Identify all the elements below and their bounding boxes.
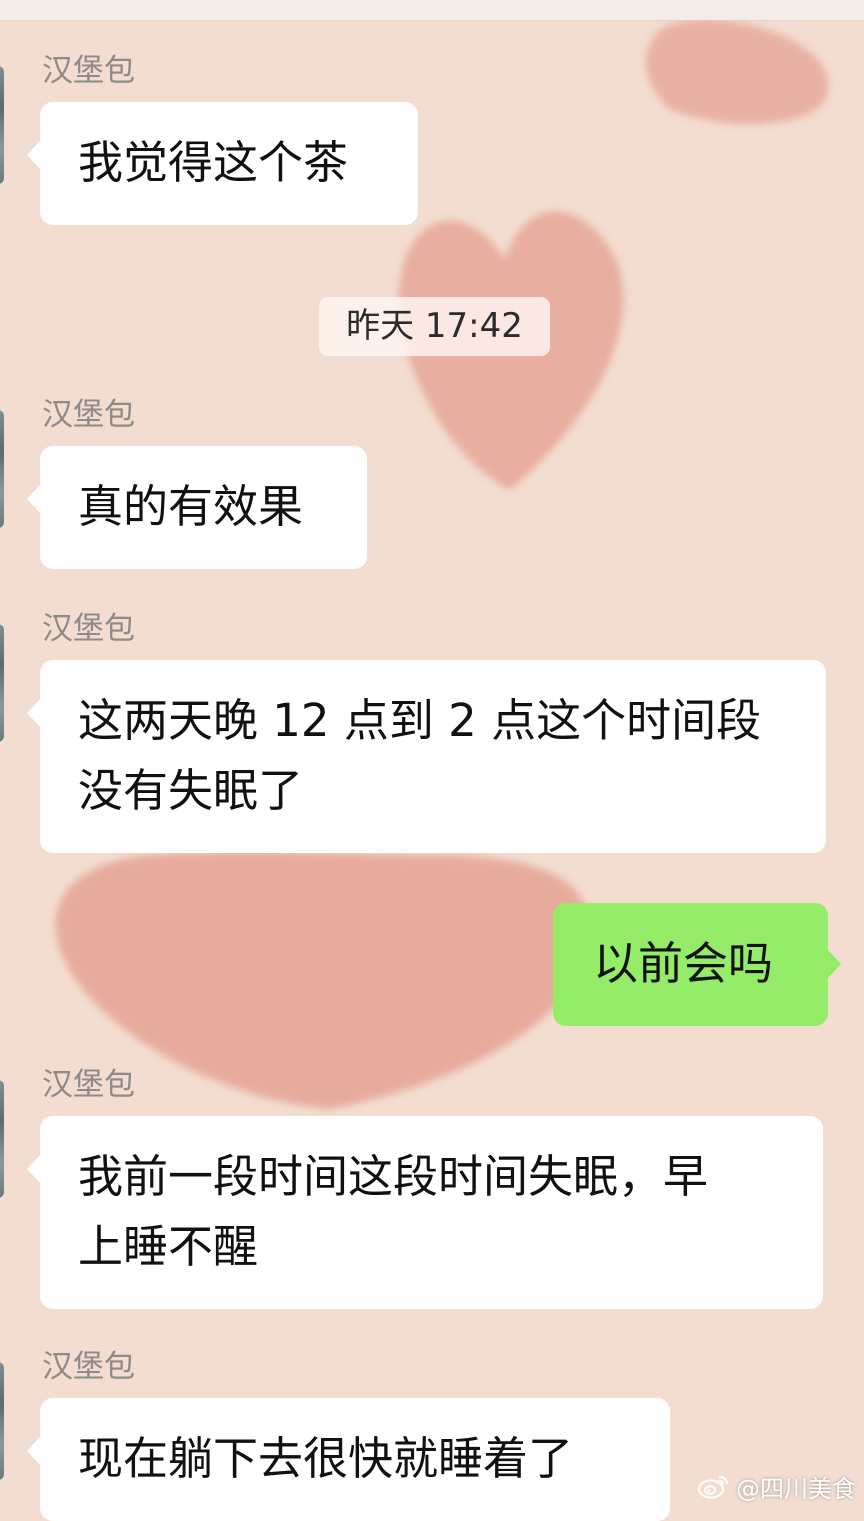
message-bubble[interactable]: 真的有效果 xyxy=(27,446,367,569)
sender-name: 汉堡包 xyxy=(42,397,135,433)
avatar[interactable] xyxy=(0,410,4,528)
message-text: 以前会吗 xyxy=(593,937,774,990)
watermark-text: @四川美食 xyxy=(736,1474,856,1503)
avatar[interactable] xyxy=(0,66,4,184)
sender-name: 汉堡包 xyxy=(42,1067,135,1103)
message-text: 我觉得这个茶 xyxy=(78,136,349,189)
top-bar xyxy=(0,0,864,21)
message-bubble-outgoing[interactable]: 以前会吗 xyxy=(553,903,841,1026)
message-text: 现在躺下去很快就睡着了 xyxy=(78,1432,574,1485)
message-text: 这两天晚 12 点到 2 点这个时间段 没有失眠了 xyxy=(78,694,762,817)
weibo-icon xyxy=(698,1475,729,1499)
message-bubble[interactable]: 这两天晚 12 点到 2 点这个时间段 没有失眠了 xyxy=(27,660,826,853)
timestamp: 昨天 17:42 xyxy=(319,297,550,356)
message-bubble[interactable]: 我前一段时间这段时间失眠，早 上睡不醒 xyxy=(27,1116,823,1309)
watermark: @四川美食 xyxy=(698,1469,856,1503)
avatar[interactable] xyxy=(0,1362,4,1480)
message-text: 真的有效果 xyxy=(78,480,304,533)
message-bubble[interactable]: 现在躺下去很快就睡着了 xyxy=(27,1398,670,1521)
message-bubble[interactable]: 我觉得这个茶 xyxy=(27,102,418,225)
sender-name: 汉堡包 xyxy=(42,53,135,89)
avatar[interactable] xyxy=(0,624,4,742)
sender-name: 汉堡包 xyxy=(42,1349,135,1385)
sender-name: 汉堡包 xyxy=(42,611,135,647)
avatar[interactable] xyxy=(0,1080,4,1198)
message-text: 我前一段时间这段时间失眠，早 上睡不醒 xyxy=(78,1150,709,1273)
